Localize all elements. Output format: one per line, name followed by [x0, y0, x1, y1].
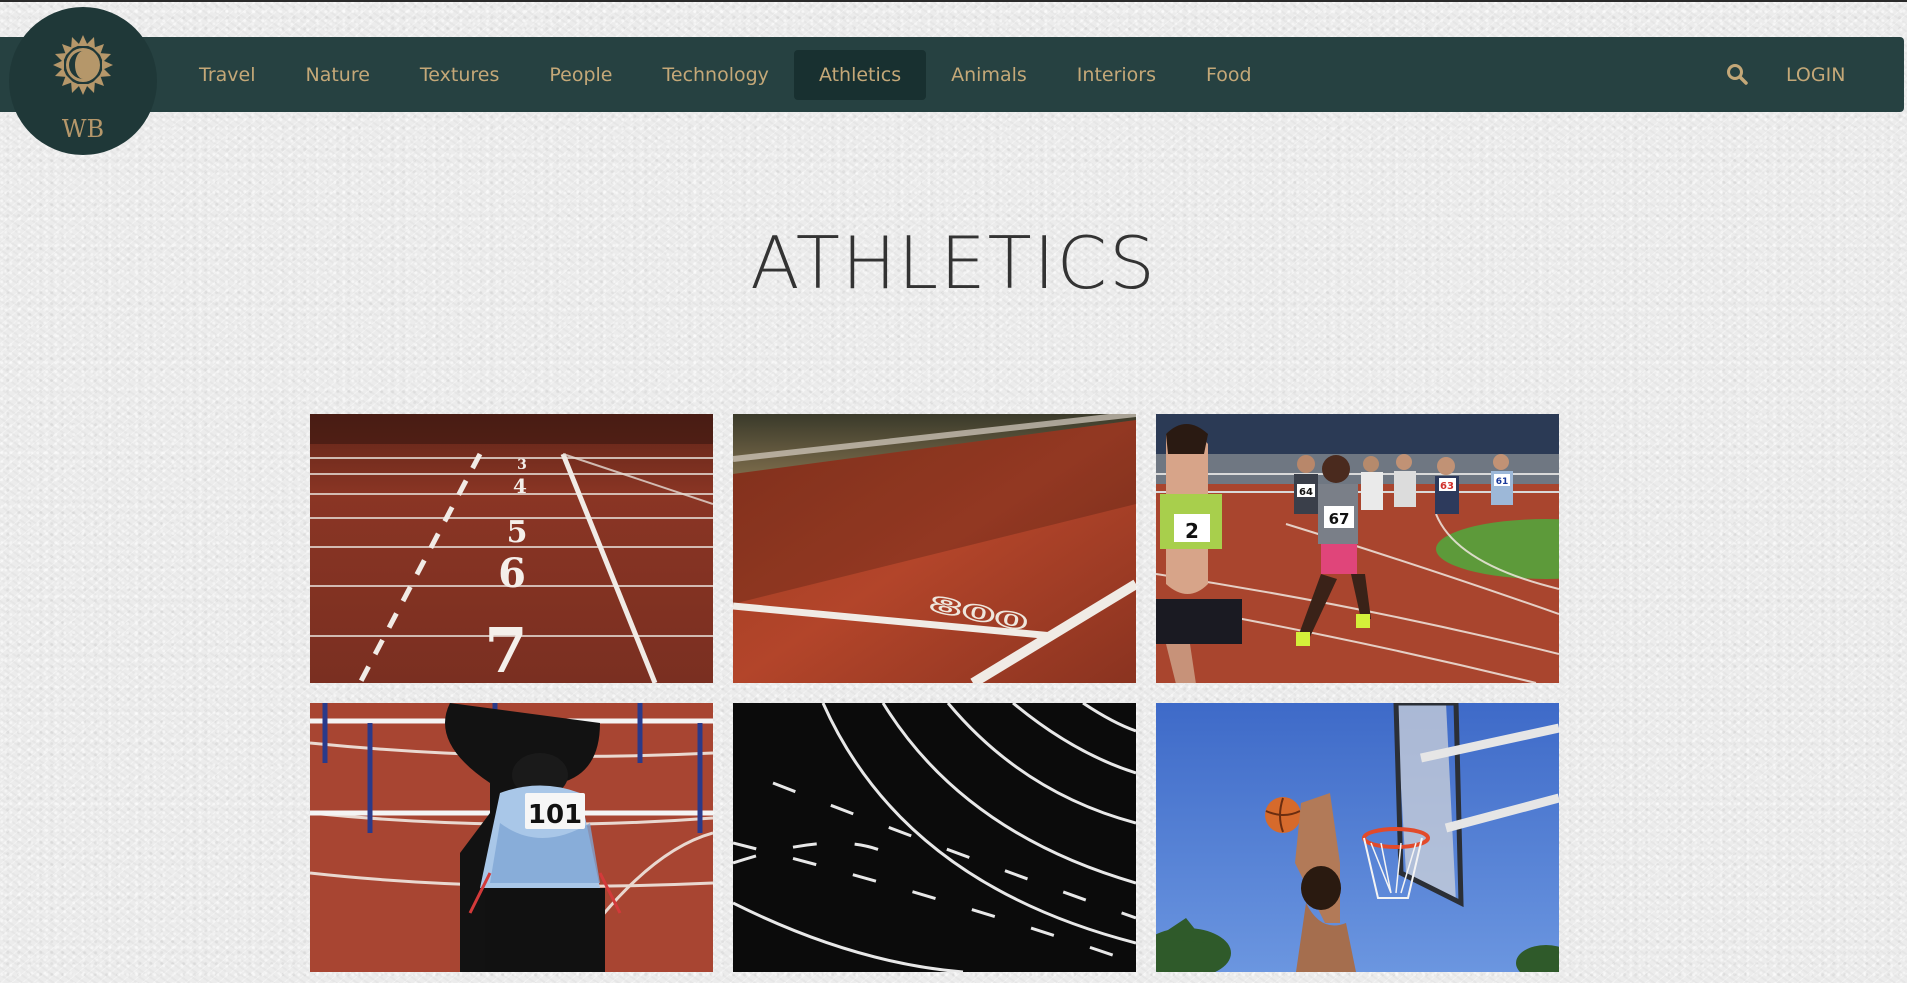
gallery-image-womens-race[interactable]: 2 67 64 63 61: [1156, 414, 1559, 683]
hurdler-bib: 101: [528, 800, 582, 830]
sun-moon-icon: WB: [53, 35, 113, 143]
nav-item-technology[interactable]: Technology: [638, 50, 794, 100]
gallery-image-track-800[interactable]: 800: [733, 414, 1136, 683]
login-link[interactable]: LOGIN: [1786, 50, 1845, 100]
nav-item-interiors[interactable]: Interiors: [1052, 50, 1181, 100]
nav-menu: Travel Nature Textures People Technology…: [174, 50, 1277, 100]
nav-item-travel[interactable]: Travel: [174, 50, 280, 100]
runner-bib: 64: [1299, 487, 1313, 498]
lane-number: 3: [517, 457, 527, 473]
gallery-image-basketball[interactable]: [1156, 703, 1559, 972]
runner-bib: 63: [1440, 481, 1454, 492]
gallery-image-black-track[interactable]: [733, 703, 1136, 972]
runner-bib: 61: [1496, 477, 1509, 487]
site-logo[interactable]: WB: [9, 7, 157, 155]
nav-item-textures[interactable]: Textures: [395, 50, 524, 100]
gallery-image-hurdler[interactable]: 101: [310, 703, 713, 972]
lane-number: 5: [507, 515, 528, 550]
lane-number: 6: [498, 550, 526, 597]
page-title: ATHLETICS: [750, 221, 1157, 305]
search-icon[interactable]: [1725, 62, 1749, 86]
nav-item-animals[interactable]: Animals: [926, 50, 1052, 100]
lane-number: 4: [513, 474, 527, 498]
lane-number: 7: [484, 614, 527, 683]
nav-item-athletics[interactable]: Athletics: [793, 50, 927, 100]
runner-bib: 2: [1185, 519, 1199, 543]
nav-item-nature[interactable]: Nature: [280, 50, 394, 100]
gallery-image-track-lanes[interactable]: 3 4 5 6 7: [310, 414, 713, 683]
logo-text: WB: [62, 115, 104, 143]
top-border: [0, 0, 1907, 2]
runner-bib: 67: [1329, 510, 1350, 528]
nav-item-people[interactable]: People: [524, 50, 637, 100]
nav-item-food[interactable]: Food: [1181, 50, 1277, 100]
